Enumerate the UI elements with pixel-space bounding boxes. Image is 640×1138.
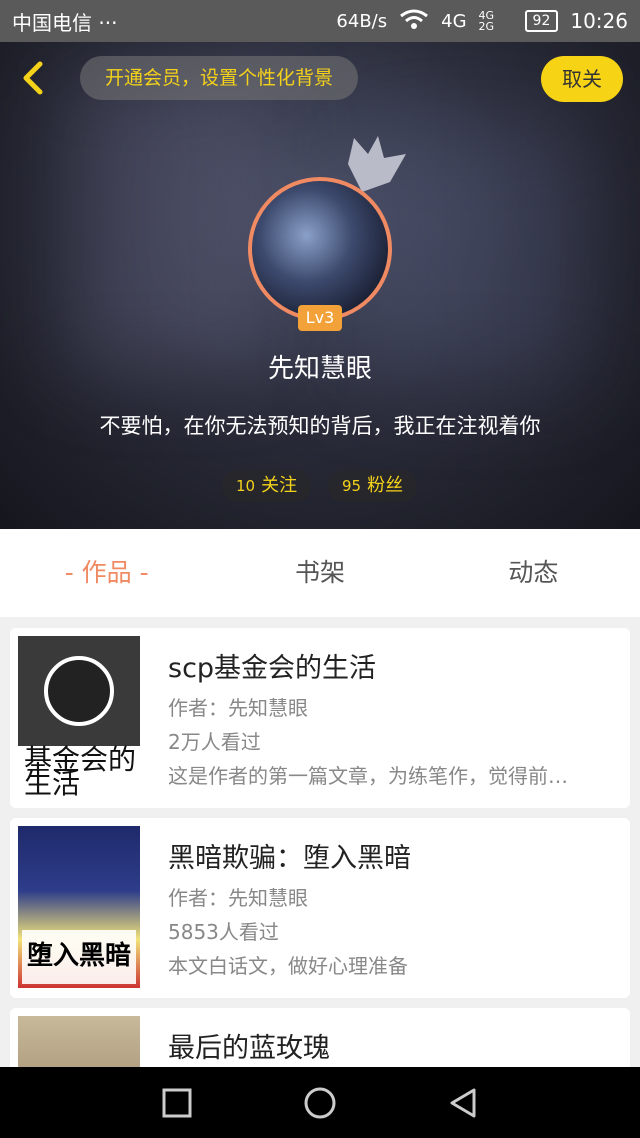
work-title: 黑暗欺骗：堕入黑暗 <box>168 843 411 874</box>
status-bar: 中国电信 ··· 64B/s 4G 4G 2G 92 10:26 <box>0 0 640 42</box>
avatar[interactable] <box>248 177 392 321</box>
profile-header: 开通会员，设置个性化背景 取关 Lv3 先知慧眼 不要怕，在你无法预知的背后，我… <box>0 42 640 529</box>
triangle-left-icon[interactable] <box>446 1086 480 1120</box>
fans-label: 粉丝 <box>367 475 404 496</box>
tab-bookshelf[interactable]: 书架 <box>213 529 426 617</box>
vip-background-button[interactable]: 开通会员，设置个性化背景 <box>80 56 358 100</box>
wifi-icon <box>399 8 429 35</box>
book-cover: 基金会的生活 <box>18 636 140 798</box>
chevron-left-icon <box>23 61 43 95</box>
user-bio: 不要怕，在你无法预知的背后，我正在注视着你 <box>99 414 541 438</box>
tab-activity[interactable]: 动态 <box>427 529 640 617</box>
unfollow-button[interactable]: 取关 <box>541 56 623 102</box>
fans-stat[interactable]: 95 粉丝 <box>328 470 418 502</box>
work-views: 5853人看过 <box>168 920 279 944</box>
tab-works[interactable]: - 作品 - <box>0 529 213 617</box>
list-item[interactable]: 最后的蓝玫瑰 <box>10 1008 630 1067</box>
work-author: 作者：先知慧眼 <box>168 886 308 910</box>
background-blur <box>70 72 270 372</box>
list-item[interactable]: 堕入黑暗 黑暗欺骗：堕入黑暗 作者：先知慧眼 5853人看过 本文白话文，做好心… <box>10 818 630 998</box>
profile-tabs: - 作品 - 书架 动态 <box>0 529 640 617</box>
work-author: 作者：先知慧眼 <box>168 696 308 720</box>
works-list: 基金会的生活 scp基金会的生活 作者：先知慧眼 2万人看过 这是作者的第一篇文… <box>0 617 640 1067</box>
work-description: 这是作者的第一篇文章，为练笔作，觉得前… <box>168 764 568 788</box>
status-indicators: 64B/s 4G 4G 2G 92 10:26 <box>336 8 628 35</box>
book-cover <box>18 1016 140 1067</box>
work-views: 2万人看过 <box>168 730 261 754</box>
cover-title: 基金会的生活 <box>24 743 137 798</box>
following-count: 10 <box>236 477 256 495</box>
level-badge: Lv3 <box>298 305 342 331</box>
clock: 10:26 <box>570 9 628 33</box>
cover-title: 堕入黑暗 <box>22 930 136 984</box>
work-title: scp基金会的生活 <box>168 653 377 684</box>
book-cover: 堕入黑暗 <box>18 826 140 988</box>
work-description: 本文白话文，做好心理准备 <box>168 954 408 978</box>
navigation-bar <box>0 1067 640 1138</box>
following-label: 关注 <box>261 475 298 496</box>
circle-icon[interactable] <box>303 1086 337 1120</box>
square-icon[interactable] <box>160 1086 194 1120</box>
signal-icon: 4G 2G <box>478 9 495 33</box>
carrier-label: 中国电信 ··· <box>12 10 118 35</box>
back-button[interactable] <box>14 58 54 98</box>
network-speed: 64B/s <box>336 10 388 32</box>
fans-count: 95 <box>342 477 362 495</box>
network-type: 4G <box>441 10 467 32</box>
battery-icon: 92 <box>524 10 559 32</box>
following-stat[interactable]: 10 关注 <box>222 470 312 502</box>
scp-logo-icon <box>44 656 114 726</box>
work-title: 最后的蓝玫瑰 <box>168 1033 330 1064</box>
list-item[interactable]: 基金会的生活 scp基金会的生活 作者：先知慧眼 2万人看过 这是作者的第一篇文… <box>10 628 630 808</box>
avatar-image <box>248 177 392 321</box>
username: 先知慧眼 <box>267 354 372 384</box>
